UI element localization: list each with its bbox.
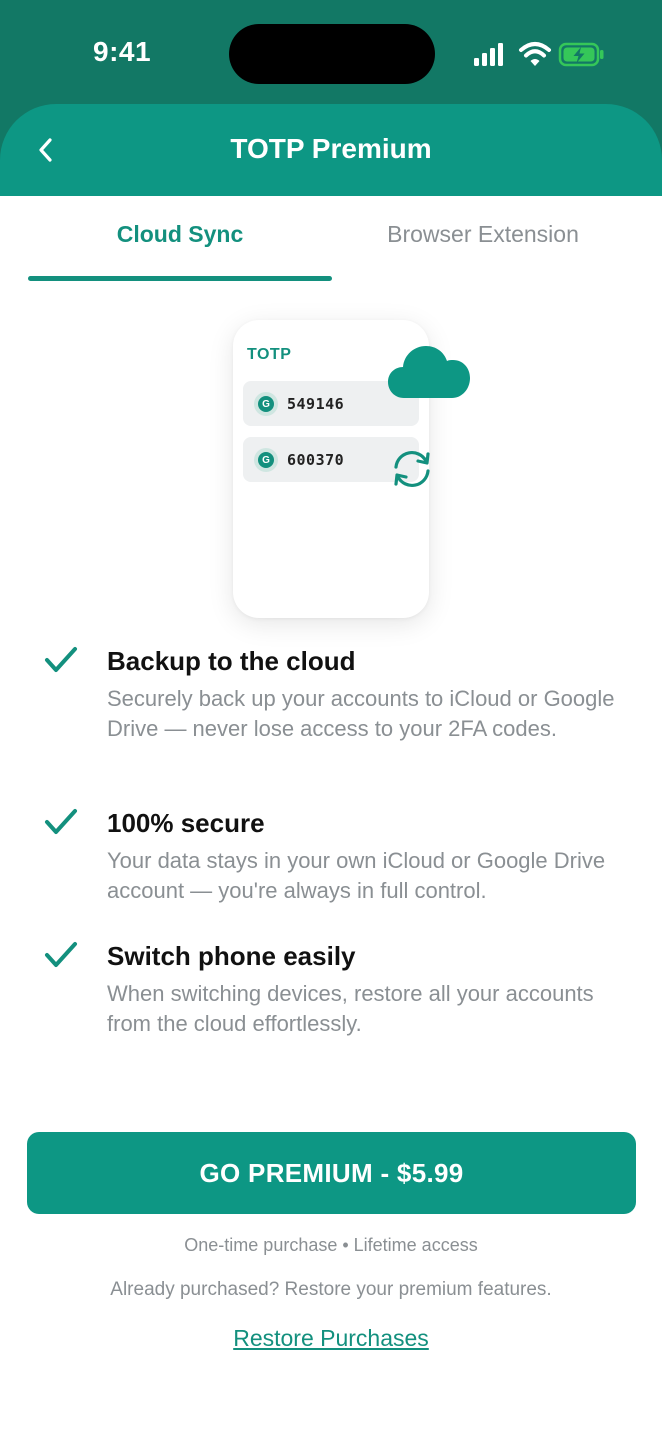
restore-purchases-link[interactable]: Restore Purchases — [0, 1325, 662, 1352]
feature-title: 100% secure — [107, 808, 265, 838]
sync-icon — [394, 451, 430, 487]
purchase-note: One-time purchase • Lifetime access — [184, 1235, 478, 1255]
tab-cloud-sync[interactable]: Cloud Sync — [28, 196, 332, 284]
google-badge-icon: G — [254, 448, 278, 472]
status-time: 9:41 — [93, 36, 152, 67]
dynamic-island — [229, 24, 435, 84]
status-icons — [472, 40, 612, 70]
tab-browser-extension[interactable]: Browser Extension — [331, 196, 635, 284]
badge-letter: G — [258, 452, 274, 468]
cellular-signal-icon — [474, 43, 503, 66]
illustration-app-name: TOTP — [247, 346, 292, 363]
battery-charging-icon — [558, 42, 604, 67]
tab-bar: Cloud Sync Browser Extension — [0, 196, 662, 284]
cloud-icon — [388, 346, 470, 398]
code-value: 549146 — [287, 395, 345, 413]
premium-screen: 9:41 TOTP Premium Cloud Sync Browser Ext — [0, 0, 662, 1440]
feature-title: Switch phone easily — [107, 941, 356, 971]
feature-description: When switching devices, restore all your… — [107, 981, 594, 1036]
checkmark-icon — [45, 942, 77, 967]
page-title: TOTP Premium — [230, 133, 432, 164]
feature-title: Backup to the cloud — [107, 646, 356, 676]
restore-prompt: Already purchased? Restore your premium … — [110, 1279, 552, 1300]
feature-description: Securely back up your accounts to iCloud… — [107, 686, 615, 741]
back-button[interactable] — [26, 130, 66, 170]
chevron-left-icon — [39, 138, 52, 162]
code-value: 600370 — [287, 451, 345, 469]
checkmark-icon — [45, 809, 77, 834]
badge-letter: G — [258, 396, 274, 412]
go-premium-button[interactable]: GO PREMIUM - $5.99 — [27, 1132, 636, 1214]
active-tab-indicator — [28, 276, 332, 281]
checkmark-icon — [45, 647, 77, 672]
feature-description: Your data stays in your own iCloud or Go… — [107, 848, 606, 903]
google-badge-icon: G — [254, 392, 278, 416]
wifi-icon — [519, 42, 551, 66]
